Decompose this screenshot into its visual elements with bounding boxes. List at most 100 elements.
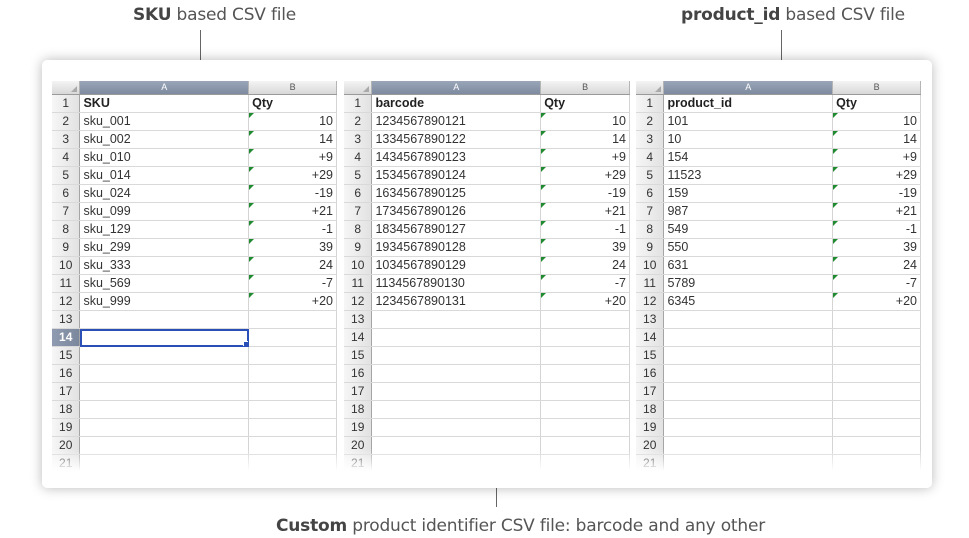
header-cell-qty[interactable]: Qty <box>832 94 921 113</box>
cell-identifier[interactable]: 1534567890124 <box>371 166 542 185</box>
cell-identifier[interactable]: 1834567890127 <box>371 220 542 239</box>
cell-empty[interactable] <box>79 382 250 401</box>
select-all-corner[interactable] <box>344 81 373 95</box>
cell-qty[interactable]: +20 <box>540 292 630 311</box>
cell-qty[interactable]: 10 <box>832 112 921 131</box>
row-header[interactable]: 20 <box>52 436 81 455</box>
cell-qty[interactable]: 24 <box>248 256 337 275</box>
row-header[interactable]: 3 <box>636 130 665 149</box>
cell-empty[interactable] <box>540 382 630 401</box>
row-header[interactable]: 19 <box>52 418 81 437</box>
cell-empty[interactable] <box>248 400 337 419</box>
cell-empty[interactable] <box>540 364 630 383</box>
cell-identifier[interactable]: 1234567890131 <box>371 292 542 311</box>
cell-identifier[interactable]: sku_010 <box>79 148 250 167</box>
cell-empty[interactable] <box>371 382 542 401</box>
row-header[interactable]: 15 <box>636 346 665 365</box>
row-header[interactable]: 17 <box>344 382 373 401</box>
cell-qty[interactable]: -19 <box>248 184 337 203</box>
cell-empty[interactable] <box>79 436 250 455</box>
cell-empty[interactable] <box>663 346 834 365</box>
cell-qty[interactable]: -1 <box>248 220 337 239</box>
cell-identifier[interactable]: 1234567890121 <box>371 112 542 131</box>
row-header[interactable]: 6 <box>52 184 81 203</box>
cell-qty[interactable]: -7 <box>832 274 921 293</box>
cell-identifier[interactable]: sku_001 <box>79 112 250 131</box>
row-header[interactable]: 18 <box>52 400 81 419</box>
row-header[interactable]: 3 <box>344 130 373 149</box>
cell-qty[interactable]: 39 <box>832 238 921 257</box>
row-header[interactable]: 21 <box>636 454 665 471</box>
cell-empty[interactable] <box>79 400 250 419</box>
row-header[interactable]: 13 <box>52 310 81 329</box>
cell-empty[interactable] <box>832 328 921 347</box>
row-header[interactable]: 5 <box>636 166 665 185</box>
cell-empty[interactable] <box>832 382 921 401</box>
cell-empty[interactable] <box>663 328 834 347</box>
cell-empty[interactable] <box>540 310 630 329</box>
cell-identifier[interactable]: sku_569 <box>79 274 250 293</box>
cell-identifier[interactable]: 1634567890125 <box>371 184 542 203</box>
row-header[interactable]: 5 <box>52 166 81 185</box>
cell-identifier[interactable]: sku_999 <box>79 292 250 311</box>
cell-qty[interactable]: -7 <box>248 274 337 293</box>
cell-identifier[interactable]: 1434567890123 <box>371 148 542 167</box>
cell-empty[interactable] <box>371 364 542 383</box>
row-header[interactable]: 2 <box>636 112 665 131</box>
cell-identifier[interactable]: sku_333 <box>79 256 250 275</box>
cell-qty[interactable]: +9 <box>832 148 921 167</box>
cell-empty[interactable] <box>663 400 834 419</box>
header-cell-identifier[interactable]: product_id <box>663 94 834 113</box>
cell-identifier[interactable]: 1934567890128 <box>371 238 542 257</box>
row-header[interactable]: 20 <box>344 436 373 455</box>
row-header[interactable]: 3 <box>52 130 81 149</box>
row-header[interactable]: 12 <box>52 292 81 311</box>
cell-empty[interactable] <box>540 418 630 437</box>
cell-qty[interactable]: 14 <box>248 130 337 149</box>
cell-empty[interactable] <box>832 400 921 419</box>
cell-identifier[interactable]: sku_014 <box>79 166 250 185</box>
row-header[interactable]: 4 <box>636 148 665 167</box>
row-header[interactable]: 16 <box>344 364 373 383</box>
row-header[interactable]: 19 <box>636 418 665 437</box>
row-header[interactable]: 1 <box>636 94 665 113</box>
cell-identifier[interactable]: 1734567890126 <box>371 202 542 221</box>
row-header[interactable]: 9 <box>636 238 665 257</box>
cell-qty[interactable]: +9 <box>540 148 630 167</box>
cell-empty[interactable] <box>248 328 337 347</box>
cell-identifier[interactable]: 1034567890129 <box>371 256 542 275</box>
cell-qty[interactable]: 24 <box>832 256 921 275</box>
cell-empty[interactable] <box>832 346 921 365</box>
column-header-b[interactable]: B <box>832 81 921 95</box>
cell-empty[interactable] <box>371 310 542 329</box>
row-header[interactable]: 15 <box>344 346 373 365</box>
active-cell[interactable] <box>79 328 250 347</box>
cell-empty[interactable] <box>371 346 542 365</box>
row-header[interactable]: 11 <box>636 274 665 293</box>
cell-qty[interactable]: 39 <box>540 238 630 257</box>
cell-empty[interactable] <box>248 418 337 437</box>
cell-qty[interactable]: 10 <box>540 112 630 131</box>
cell-empty[interactable] <box>371 418 542 437</box>
cell-qty[interactable]: 14 <box>540 130 630 149</box>
cell-qty[interactable]: -19 <box>540 184 630 203</box>
cell-empty[interactable] <box>79 346 250 365</box>
row-header[interactable]: 9 <box>344 238 373 257</box>
row-header[interactable]: 20 <box>636 436 665 455</box>
row-header[interactable]: 4 <box>52 148 81 167</box>
cell-empty[interactable] <box>248 382 337 401</box>
row-header[interactable]: 21 <box>52 454 81 471</box>
row-header[interactable]: 6 <box>344 184 373 203</box>
row-header[interactable]: 7 <box>52 202 81 221</box>
cell-empty[interactable] <box>540 436 630 455</box>
column-header-b[interactable]: B <box>248 81 337 95</box>
row-header[interactable]: 7 <box>636 202 665 221</box>
row-header[interactable]: 5 <box>344 166 373 185</box>
row-header[interactable]: 12 <box>344 292 373 311</box>
cell-qty[interactable]: 39 <box>248 238 337 257</box>
cell-identifier[interactable]: 11523 <box>663 166 834 185</box>
cell-empty[interactable] <box>79 310 250 329</box>
cell-identifier[interactable]: 549 <box>663 220 834 239</box>
cell-identifier[interactable]: 1134567890130 <box>371 274 542 293</box>
row-header[interactable]: 9 <box>52 238 81 257</box>
